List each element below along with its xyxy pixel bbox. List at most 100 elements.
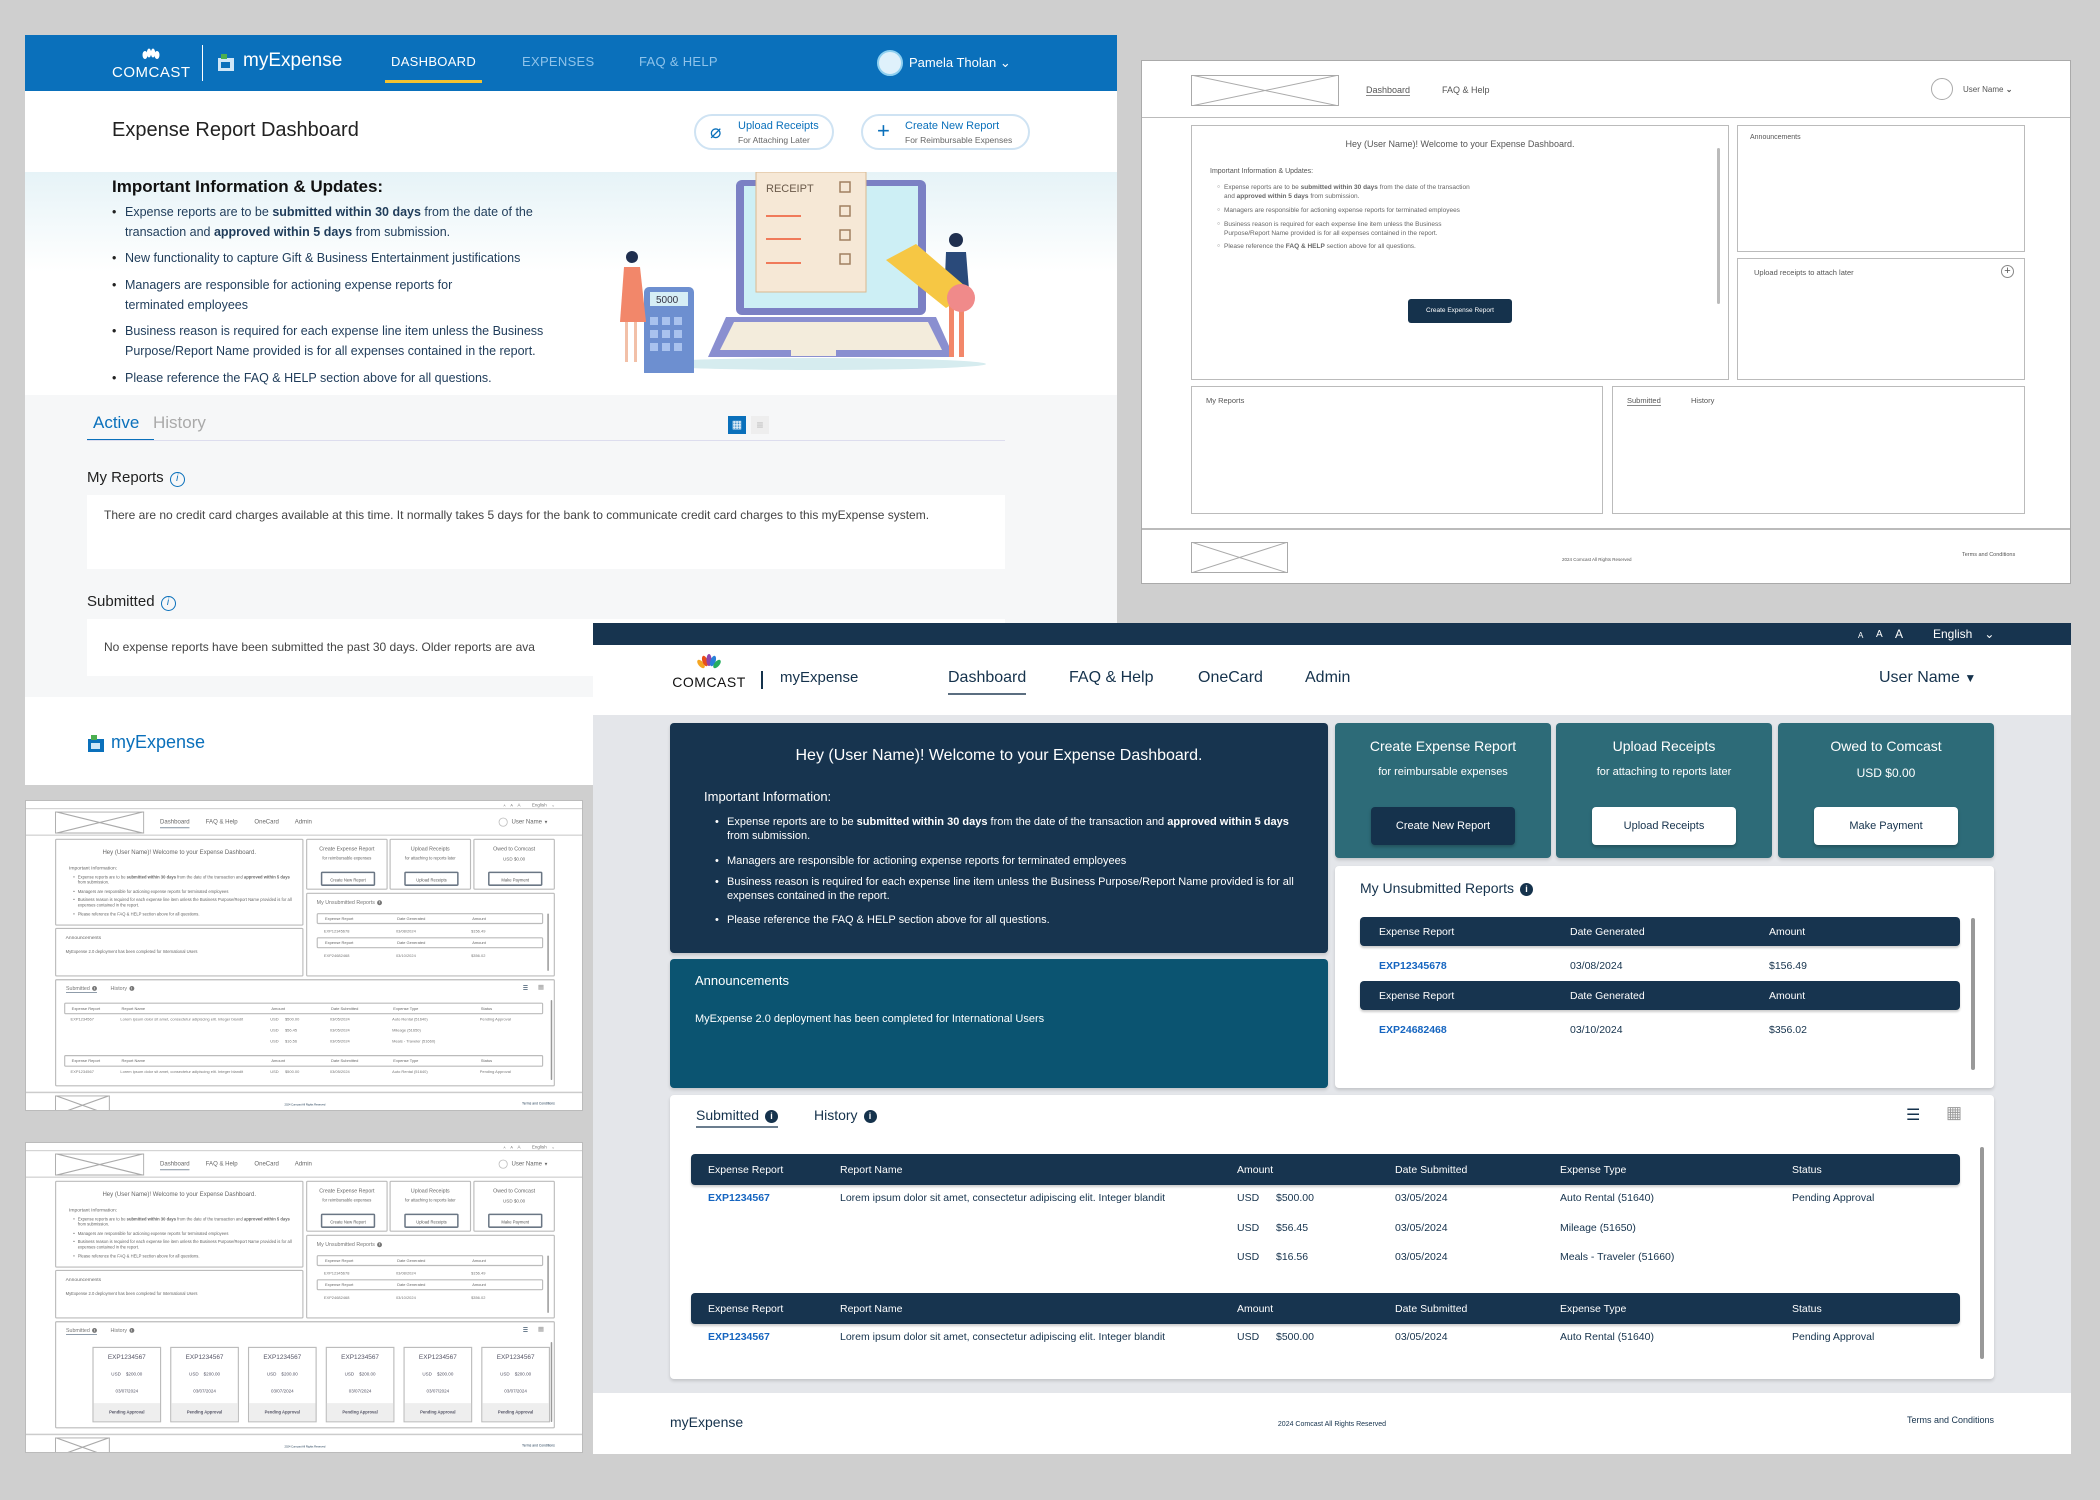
scrollbar[interactable] — [550, 999, 553, 1080]
info-icon[interactable]: i — [377, 1242, 383, 1248]
tab-submitted[interactable]: Submitted — [1627, 396, 1661, 406]
upload-receipts-button[interactable]: Upload Receipts — [404, 1213, 459, 1228]
language-select[interactable]: English ⌄ — [532, 1145, 555, 1150]
report-card[interactable]: EXP1234567 USD $200.00 03/07/2024 Pending A… — [170, 1346, 239, 1423]
nav-faq-help[interactable]: FAQ & HELP — [639, 54, 718, 69]
report-link[interactable]: EXP1234567 — [71, 1017, 94, 1022]
scrollbar[interactable] — [547, 1255, 549, 1313]
upload-receipts-button[interactable]: ⌀ Upload Receipts For Attaching Later — [694, 114, 834, 150]
nav-admin[interactable]: Admin — [295, 1160, 312, 1167]
scrollbar[interactable] — [1717, 148, 1720, 304]
user-menu[interactable]: User Name ▼ — [1879, 669, 1976, 687]
nav-dashboard[interactable]: Dashboard — [948, 669, 1027, 695]
make-payment-button[interactable]: Make Payment — [488, 1213, 543, 1228]
create-new-report-button[interactable]: Create New Report — [1371, 807, 1515, 845]
grid-view-icon[interactable]: ▦ — [1946, 1103, 1962, 1123]
font-size-large-button[interactable]: A — [518, 803, 521, 808]
tab-submitted[interactable]: Submitted i — [696, 1107, 779, 1128]
avatar[interactable] — [1931, 78, 1953, 100]
nav-dashboard[interactable]: Dashboard — [160, 818, 190, 829]
info-icon[interactable]: i — [92, 1327, 97, 1333]
app-name[interactable]: myExpense — [780, 669, 858, 686]
tab-history[interactable]: History i — [111, 985, 135, 992]
user-menu[interactable]: User Name ⌄ — [1963, 85, 2012, 94]
create-expense-report-button[interactable]: Create Expense Report — [1408, 299, 1512, 323]
font-size-medium-button[interactable]: A — [1876, 629, 1883, 640]
info-icon[interactable]: i — [765, 1110, 779, 1123]
add-icon[interactable]: + — [2001, 265, 2014, 278]
info-icon[interactable]: i — [129, 1327, 135, 1333]
scrollbar[interactable] — [550, 1341, 553, 1422]
make-payment-button[interactable]: Make Payment — [488, 871, 543, 886]
language-select[interactable]: English ⌄ — [1933, 627, 1994, 641]
app-name[interactable]: myExpense — [243, 50, 342, 72]
font-size-large-button[interactable]: A — [1895, 627, 1903, 641]
report-card[interactable]: EXP1234567 USD $200.00 03/07/2024 Pending A… — [247, 1346, 317, 1423]
avatar[interactable] — [498, 817, 508, 827]
upload-receipts-button[interactable]: Upload Receipts — [404, 871, 459, 886]
font-size-large-button[interactable]: A — [518, 1145, 521, 1150]
upload-receipts-button[interactable]: Upload Receipts — [1592, 807, 1736, 845]
info-icon[interactable]: i — [160, 596, 176, 611]
user-menu[interactable]: Pamela Tholan ⌄ — [909, 55, 1011, 71]
tab-active[interactable]: Active — [93, 413, 139, 433]
report-card[interactable]: EXP1234567 USD $200.00 03/07/2024 Pending A… — [325, 1346, 395, 1423]
nav-faq-help[interactable]: FAQ & Help — [1442, 85, 1490, 95]
avatar[interactable] — [498, 1159, 508, 1169]
report-card[interactable]: EXP1234567 USD $200.00 03/07/2024 Pending A… — [481, 1346, 550, 1423]
user-menu[interactable]: User Name ▼ — [511, 1160, 548, 1167]
font-size-small-button[interactable]: A — [1858, 631, 1863, 640]
terms-link[interactable]: Terms and Conditions — [1962, 552, 2015, 558]
report-link[interactable]: EXP1234567 — [708, 1192, 770, 1204]
language-select[interactable]: English ⌄ — [532, 803, 555, 808]
list-view-icon[interactable]: ☰ — [523, 984, 528, 992]
info-icon[interactable]: i — [863, 1110, 877, 1123]
font-size-medium-button[interactable]: A — [510, 1145, 513, 1149]
report-link[interactable]: EXP24682468 — [324, 1296, 350, 1301]
report-link[interactable]: EXP12345678 — [324, 1271, 350, 1276]
nav-faq-help[interactable]: FAQ & Help — [1069, 669, 1153, 687]
report-link[interactable]: EXP1234567 — [71, 1069, 94, 1074]
info-icon[interactable]: i — [169, 472, 185, 487]
nav-onecard[interactable]: OneCard — [254, 818, 279, 825]
font-size-medium-button[interactable]: A — [510, 803, 513, 807]
scrollbar[interactable] — [1971, 918, 1975, 1070]
grid-view-icon[interactable]: ▦ — [538, 983, 544, 991]
user-menu[interactable]: User Name ▼ — [511, 818, 548, 825]
nav-onecard[interactable]: OneCard — [254, 1160, 279, 1167]
tab-history[interactable]: History — [1691, 396, 1714, 405]
nav-admin[interactable]: Admin — [295, 818, 312, 825]
list-view-icon[interactable]: ☰ — [1906, 1105, 1920, 1125]
tab-history[interactable]: History — [153, 413, 206, 433]
list-view-icon[interactable]: ☰ — [523, 1326, 528, 1334]
info-icon[interactable]: i — [377, 900, 383, 906]
info-icon[interactable]: i — [92, 985, 97, 991]
nav-faq-help[interactable]: FAQ & Help — [206, 1160, 238, 1167]
avatar[interactable] — [877, 50, 903, 76]
nav-admin[interactable]: Admin — [1305, 669, 1350, 687]
terms-link[interactable]: Terms and Conditions — [522, 1443, 555, 1447]
report-link[interactable]: EXP24682468 — [1379, 1024, 1447, 1036]
nav-faq-help[interactable]: FAQ & Help — [206, 818, 238, 825]
create-new-report-button[interactable]: + Create New Report For Reimbursable Exp… — [861, 114, 1030, 150]
create-new-report-button[interactable]: Create New Report — [320, 871, 376, 886]
info-icon[interactable]: i — [129, 985, 135, 991]
font-size-small-button[interactable]: A — [504, 1146, 506, 1149]
nav-onecard[interactable]: OneCard — [1198, 669, 1263, 687]
tab-history[interactable]: History i — [814, 1107, 877, 1126]
font-size-small-button[interactable]: A — [504, 804, 506, 807]
report-link[interactable]: EXP1234567 — [708, 1331, 770, 1343]
grid-view-icon[interactable]: ▦ — [538, 1325, 544, 1333]
grid-view-icon[interactable]: ▦ — [728, 416, 746, 434]
tab-history[interactable]: History i — [111, 1327, 135, 1334]
make-payment-button[interactable]: Make Payment — [1814, 807, 1958, 845]
report-link[interactable]: EXP12345678 — [1379, 960, 1447, 972]
report-card[interactable]: EXP1234567 USD $200.00 03/07/2024 Pending A… — [92, 1346, 162, 1423]
tab-submitted[interactable]: Submitted i — [66, 1327, 97, 1335]
info-icon[interactable]: i — [1520, 883, 1534, 896]
nav-dashboard[interactable]: Dashboard — [160, 1160, 190, 1171]
report-link[interactable]: EXP24682468 — [324, 954, 350, 959]
nav-dashboard[interactable]: DASHBOARD — [384, 54, 483, 83]
nav-expenses[interactable]: EXPENSES — [522, 54, 594, 69]
tab-submitted[interactable]: Submitted i — [66, 985, 97, 993]
